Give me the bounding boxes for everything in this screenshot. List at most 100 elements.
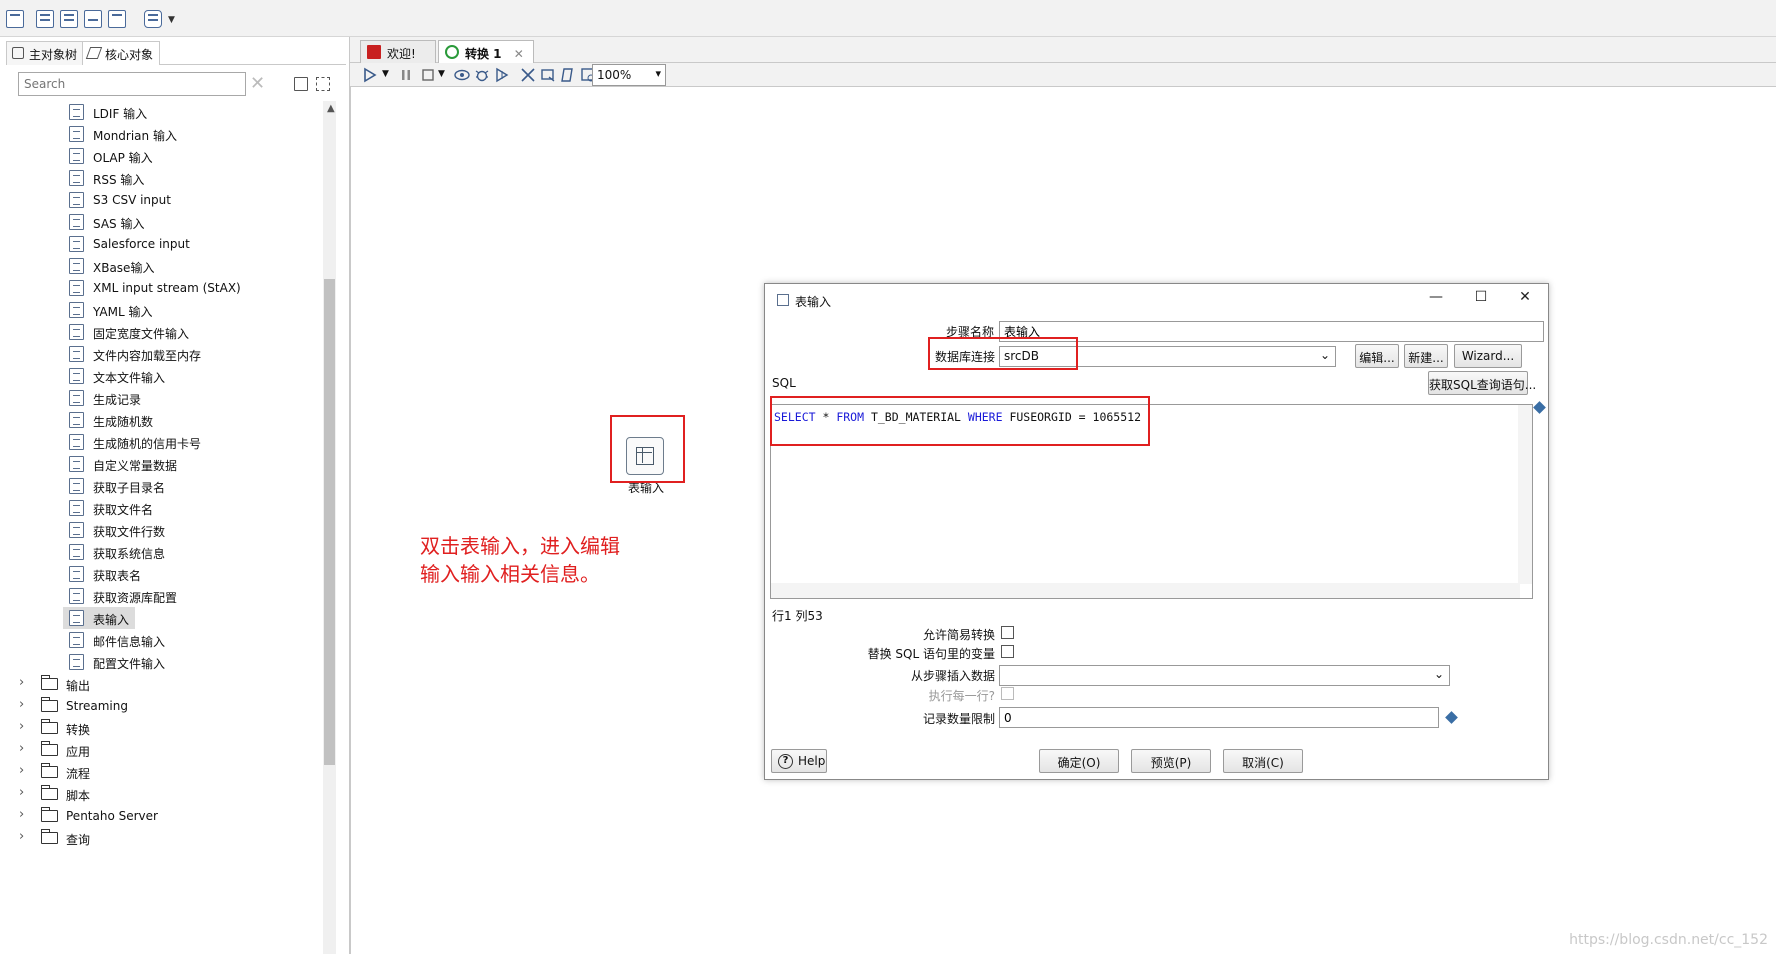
run-dropdown-icon[interactable]: ▼ <box>382 69 398 85</box>
clear-search-icon[interactable]: ✕ <box>250 73 265 94</box>
tree-folder[interactable]: › 应用 <box>0 739 330 761</box>
sql-horizontal-scrollbar[interactable] <box>771 583 1520 598</box>
new-connection-button[interactable]: 新建... <box>1404 344 1448 368</box>
stop-icon[interactable] <box>420 67 436 83</box>
verify-icon[interactable] <box>520 67 536 83</box>
chevron-right-icon[interactable]: › <box>19 807 24 822</box>
close-tab-icon[interactable]: ✕ <box>514 47 524 61</box>
maximize-icon[interactable]: ☐ <box>1461 289 1501 309</box>
tree-item[interactable]: 生成随机的信用卡号 <box>0 431 330 453</box>
cancel-button[interactable]: 取消(C) <box>1223 749 1303 773</box>
tree-item[interactable]: 表输入 <box>0 607 330 629</box>
save-icon[interactable] <box>84 10 102 28</box>
tree-item-label: RSS 输入 <box>93 173 145 187</box>
chevron-right-icon[interactable]: › <box>19 763 24 778</box>
sql-icon[interactable] <box>560 67 576 83</box>
step-icon <box>69 280 84 296</box>
tree-item[interactable]: XML input stream (StAX) <box>0 277 330 299</box>
tab-core-objects[interactable]: 核心对象 <box>82 41 161 65</box>
preview-button[interactable]: 预览(P) <box>1131 749 1211 773</box>
annotation-line-2: 输入输入相关信息。 <box>420 562 600 586</box>
layers-icon[interactable] <box>144 10 162 28</box>
pause-icon[interactable] <box>398 67 414 83</box>
edit-connection-button[interactable]: 编辑... <box>1355 344 1399 368</box>
tree-folder[interactable]: › 查询 <box>0 827 330 849</box>
insert-from-step-select[interactable]: ⌄ <box>999 665 1450 686</box>
tree-item[interactable]: S3 CSV input <box>0 189 330 211</box>
zoom-select[interactable]: 100% ▾ <box>592 64 666 86</box>
explore-repository-icon[interactable] <box>60 10 78 28</box>
new-file-icon[interactable] <box>6 10 24 28</box>
chevron-right-icon[interactable]: › <box>19 785 24 800</box>
tree-folder[interactable]: › 流程 <box>0 761 330 783</box>
tree-item[interactable]: 配置文件输入 <box>0 651 330 673</box>
tree-item[interactable]: SAS 输入 <box>0 211 330 233</box>
impact-icon[interactable] <box>540 67 556 83</box>
chevron-right-icon[interactable]: › <box>19 675 24 690</box>
tree-item[interactable]: OLAP 输入 <box>0 145 330 167</box>
minimize-icon[interactable]: — <box>1416 289 1456 309</box>
expand-tree-icon[interactable] <box>316 77 330 91</box>
get-sql-button[interactable]: 获取SQL查询语句... <box>1428 371 1536 395</box>
layers-dropdown-icon[interactable]: ▼ <box>168 15 175 25</box>
save-as-icon[interactable] <box>108 10 126 28</box>
close-icon[interactable]: ✕ <box>1505 289 1545 309</box>
chevron-right-icon[interactable]: › <box>19 719 24 734</box>
tree-item[interactable]: Salesforce input <box>0 233 330 255</box>
tree-folder[interactable]: › Pentaho Server <box>0 805 330 827</box>
tree-folder[interactable]: › 转换 <box>0 717 330 739</box>
preview-icon[interactable] <box>454 67 470 83</box>
tree-folder[interactable]: › 输出 <box>0 673 330 695</box>
tree-item[interactable]: 文件内容加载至内存 <box>0 343 330 365</box>
tree-item[interactable]: LDIF 输入 <box>0 101 330 123</box>
zoom-value: 100% <box>597 68 632 82</box>
tree-item[interactable]: 获取文件行数 <box>0 519 330 541</box>
stop-dropdown-icon[interactable]: ▼ <box>438 69 454 85</box>
lazy-conversion-checkbox[interactable] <box>1001 626 1014 639</box>
highlight-sql-box <box>770 396 1150 446</box>
tree-item[interactable]: 获取系统信息 <box>0 541 330 563</box>
run-icon[interactable] <box>362 67 378 83</box>
scroll-up-icon[interactable]: ▲ <box>327 103 335 114</box>
wizard-button[interactable]: Wizard... <box>1454 344 1522 368</box>
tree-item[interactable]: 生成记录 <box>0 387 330 409</box>
tab-label: 核心对象 <box>105 48 154 62</box>
tree-folder[interactable]: › Streaming <box>0 695 330 717</box>
collapse-tree-icon[interactable] <box>294 77 308 91</box>
help-button[interactable]: ? Help <box>771 749 827 773</box>
tree-item[interactable]: 获取文件名 <box>0 497 330 519</box>
tree-item[interactable]: 获取资源库配置 <box>0 585 330 607</box>
tree-item[interactable]: XBase输入 <box>0 255 330 277</box>
tree-scrollbar[interactable] <box>323 101 336 954</box>
annotation-line-1: 双击表输入，进入编辑 <box>420 534 620 558</box>
debug-icon[interactable] <box>474 67 490 83</box>
tree-item[interactable]: 邮件信息输入 <box>0 629 330 651</box>
search-input[interactable] <box>18 72 246 96</box>
chevron-right-icon[interactable]: › <box>19 741 24 756</box>
tree-item[interactable]: 获取子目录名 <box>0 475 330 497</box>
chevron-right-icon[interactable]: › <box>19 697 24 712</box>
ok-button[interactable]: 确定(O) <box>1039 749 1119 773</box>
open-file-icon[interactable] <box>36 10 54 28</box>
chevron-right-icon[interactable]: › <box>19 829 24 844</box>
tree-item[interactable]: 自定义常量数据 <box>0 453 330 475</box>
tree-item[interactable]: 获取表名 <box>0 563 330 585</box>
tab-main-object-tree[interactable]: 主对象树 <box>6 41 85 65</box>
tree-folder[interactable]: › 脚本 <box>0 783 330 805</box>
step-name-input[interactable] <box>999 321 1544 342</box>
tree-item[interactable]: Mondrian 输入 <box>0 123 330 145</box>
tab-welcome[interactable]: 欢迎! <box>360 40 436 63</box>
sql-vertical-scrollbar[interactable] <box>1518 405 1532 584</box>
replay-icon[interactable] <box>494 67 510 83</box>
tab-transformation-1[interactable]: 转换 1 ✕ <box>438 40 534 63</box>
tree-item[interactable]: 生成随机数 <box>0 409 330 431</box>
replace-variables-checkbox[interactable] <box>1001 645 1014 658</box>
tree-item[interactable]: RSS 输入 <box>0 167 330 189</box>
step-icon <box>69 412 84 428</box>
tree-item[interactable]: 文本文件输入 <box>0 365 330 387</box>
limit-input[interactable] <box>999 707 1439 728</box>
scrollbar-thumb[interactable] <box>324 279 335 765</box>
execute-each-row-checkbox[interactable] <box>1001 687 1014 700</box>
tree-item[interactable]: YAML 输入 <box>0 299 330 321</box>
tree-item[interactable]: 固定宽度文件输入 <box>0 321 330 343</box>
